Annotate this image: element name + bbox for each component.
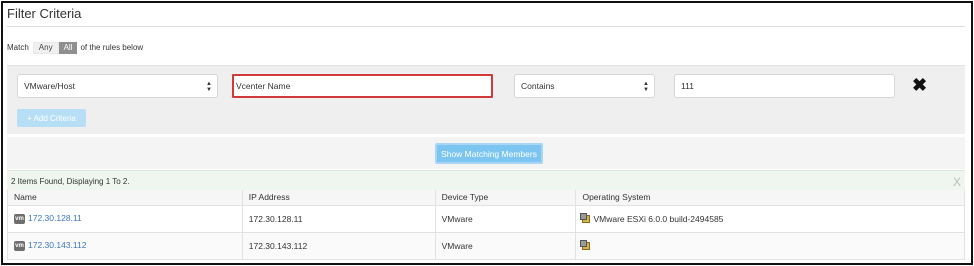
column-header-os[interactable]: Operating System: [575, 190, 965, 206]
name-cell: vm 172.30.128.11: [7, 204, 243, 233]
select-caret-icon: ▲ ▼: [643, 81, 649, 93]
os-server-icon: [580, 240, 591, 251]
column-header-ip[interactable]: IP Address: [241, 190, 436, 206]
results-summary-bar: 2 Items Found, Displaying 1 To 2. X: [7, 170, 965, 190]
table-row: vm 172.30.143.112 172.30.143.112 VMware: [7, 231, 965, 260]
column-header-name[interactable]: Name: [7, 190, 243, 206]
table-header-row: Name IP Address Device Type Operating Sy…: [7, 190, 965, 206]
column-header-device-type[interactable]: Device Type: [434, 190, 577, 206]
add-criteria-button[interactable]: + Add Criteria: [17, 109, 86, 127]
os-server-icon: [580, 213, 591, 224]
filter-criteria-panel: Filter Criteria Match Any All of the rul…: [1, 1, 973, 265]
match-all-button[interactable]: All: [58, 41, 78, 54]
page-title: Filter Criteria: [7, 6, 82, 21]
attribute-select[interactable]: VMware/Host ▲ ▼: [17, 74, 218, 98]
attribute-select-value: VMware/Host: [24, 81, 76, 91]
title-divider: [7, 26, 965, 27]
criteria-value-text: 111: [681, 81, 694, 91]
select-caret-icon: ▲ ▼: [206, 81, 212, 93]
device-name-link[interactable]: 172.30.128.11: [28, 213, 82, 223]
ip-cell: 172.30.128.11: [241, 204, 436, 233]
match-toggle: Any All: [32, 41, 78, 54]
results-table: Name IP Address Device Type Operating Sy…: [7, 190, 965, 260]
device-name-link[interactable]: 172.30.143.112: [28, 240, 86, 250]
ip-cell: 172.30.143.112: [241, 231, 436, 260]
criteria-value-input[interactable]: 111: [674, 74, 895, 98]
criteria-panel: VMware/Host ▲ ▼ Vcenter Name Contains ▲ ▼ …: [7, 65, 965, 134]
operator-select[interactable]: Contains ▲ ▼: [514, 74, 655, 98]
criteria-name-input[interactable]: Vcenter Name: [232, 74, 493, 98]
device-type-cell: VMware: [434, 204, 577, 233]
os-text: VMware ESXi 6.0.0 build-2494585: [593, 213, 724, 224]
table-row: vm 172.30.128.11 172.30.128.11 VMware VMw…: [7, 204, 965, 233]
name-cell: vm 172.30.143.112: [7, 231, 243, 260]
results-summary: 2 Items Found, Displaying 1 To 2.: [11, 177, 130, 186]
match-suffix-label: of the rules below: [80, 43, 144, 52]
match-any-button[interactable]: Any: [32, 41, 59, 54]
vm-icon: vm: [14, 213, 25, 224]
delete-criteria-icon[interactable]: ✖: [912, 76, 927, 94]
vm-icon: vm: [14, 240, 25, 251]
os-cell: VMware ESXi 6.0.0 build-2494585: [575, 204, 965, 233]
operator-select-value: Contains: [521, 81, 555, 91]
criteria-name-value: Vcenter Name: [236, 81, 291, 91]
os-cell: [575, 231, 965, 260]
show-members-bar: Show Matching Members: [7, 137, 965, 169]
close-results-icon[interactable]: X: [953, 175, 961, 189]
match-prefix-label: Match: [7, 43, 29, 52]
match-rule-row: Match Any All of the rules below: [7, 41, 143, 54]
show-matching-members-button[interactable]: Show Matching Members: [435, 143, 543, 164]
device-type-cell: VMware: [434, 231, 577, 260]
